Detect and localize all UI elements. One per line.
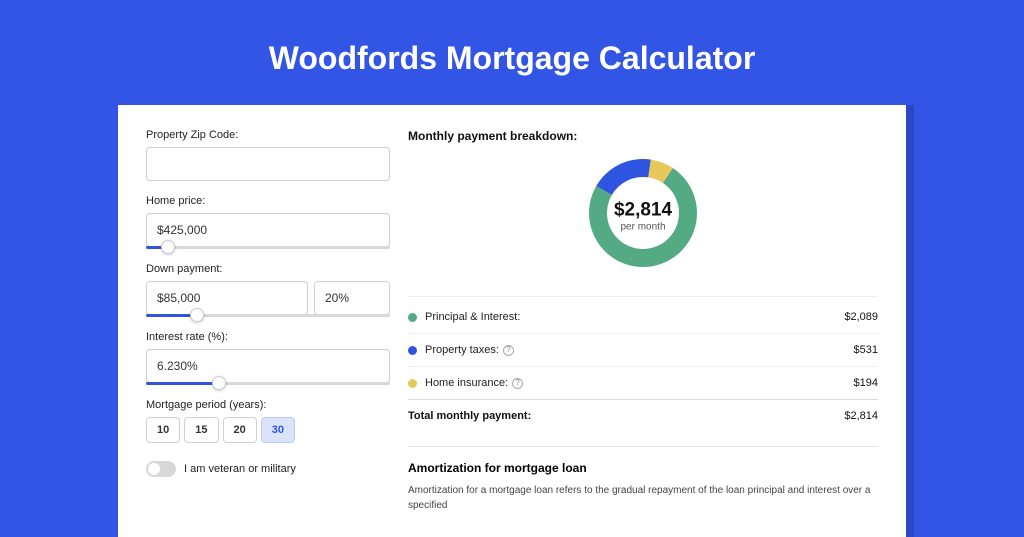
zip-field-group: Property Zip Code:	[146, 129, 390, 181]
total-value: $2,814	[844, 410, 878, 422]
donut-sublabel: per month	[614, 221, 672, 232]
yellow-dot-icon	[408, 379, 417, 388]
period-button-20[interactable]: 20	[223, 417, 257, 443]
donut-value: $2,814	[614, 199, 672, 221]
breakdown-value: $531	[854, 344, 878, 356]
interest-rate-label: Interest rate (%):	[146, 331, 390, 343]
green-dot-icon	[408, 313, 417, 322]
input-column: Property Zip Code: Home price: Down paym…	[146, 129, 390, 513]
home-price-field-group: Home price:	[146, 195, 390, 249]
toggle-knob	[148, 463, 160, 475]
period-button-10[interactable]: 10	[146, 417, 180, 443]
breakdown-row: Principal & Interest:$2,089	[408, 301, 878, 333]
page-title: Woodfords Mortgage Calculator	[0, 40, 1024, 77]
calculator-card: Property Zip Code: Home price: Down paym…	[118, 105, 906, 537]
amortization-section: Amortization for mortgage loan Amortizat…	[408, 446, 878, 513]
home-price-label: Home price:	[146, 195, 390, 207]
interest-rate-field-group: Interest rate (%):	[146, 331, 390, 385]
breakdown-title: Monthly payment breakdown:	[408, 129, 878, 143]
divider	[408, 296, 878, 297]
slider-thumb[interactable]	[190, 308, 204, 322]
down-payment-slider[interactable]	[146, 314, 390, 317]
period-button-15[interactable]: 15	[184, 417, 218, 443]
down-payment-field-group: Down payment:	[146, 263, 390, 317]
info-icon[interactable]: ?	[512, 378, 523, 389]
breakdown-value: $2,089	[844, 311, 878, 323]
breakdown-label: Home insurance: ?	[425, 377, 854, 389]
breakdown-column: Monthly payment breakdown: $2,814 per mo…	[408, 129, 878, 513]
amortization-title: Amortization for mortgage loan	[408, 461, 878, 475]
info-icon[interactable]: ?	[503, 345, 514, 356]
veteran-toggle[interactable]	[146, 461, 176, 477]
donut-chart: $2,814 per month	[583, 153, 703, 278]
down-payment-percent-input[interactable]	[314, 281, 390, 315]
donut-center: $2,814 per month	[614, 199, 672, 232]
zip-input[interactable]	[146, 147, 390, 181]
blue-dot-icon	[408, 346, 417, 355]
interest-rate-slider[interactable]	[146, 382, 390, 385]
mortgage-period-label: Mortgage period (years):	[146, 399, 390, 411]
down-payment-amount-input[interactable]	[146, 281, 308, 315]
amortization-text: Amortization for a mortgage loan refers …	[408, 483, 878, 513]
total-row: Total monthly payment: $2,814	[408, 399, 878, 432]
donut-chart-wrap: $2,814 per month	[408, 153, 878, 278]
total-label: Total monthly payment:	[408, 410, 844, 422]
down-payment-label: Down payment:	[146, 263, 390, 275]
slider-thumb[interactable]	[161, 240, 175, 254]
breakdown-value: $194	[854, 377, 878, 389]
home-price-slider[interactable]	[146, 246, 390, 249]
veteran-label: I am veteran or military	[184, 463, 296, 475]
home-price-input[interactable]	[146, 213, 390, 247]
breakdown-row: Property taxes: ?$531	[408, 333, 878, 366]
period-button-30[interactable]: 30	[261, 417, 295, 443]
breakdown-label: Principal & Interest:	[425, 311, 844, 323]
slider-thumb[interactable]	[212, 376, 226, 390]
interest-rate-input[interactable]	[146, 349, 390, 383]
veteran-toggle-row: I am veteran or military	[146, 461, 390, 477]
breakdown-row: Home insurance: ?$194	[408, 366, 878, 399]
mortgage-period-field-group: Mortgage period (years): 10152030	[146, 399, 390, 443]
breakdown-label: Property taxes: ?	[425, 344, 854, 356]
zip-label: Property Zip Code:	[146, 129, 390, 141]
